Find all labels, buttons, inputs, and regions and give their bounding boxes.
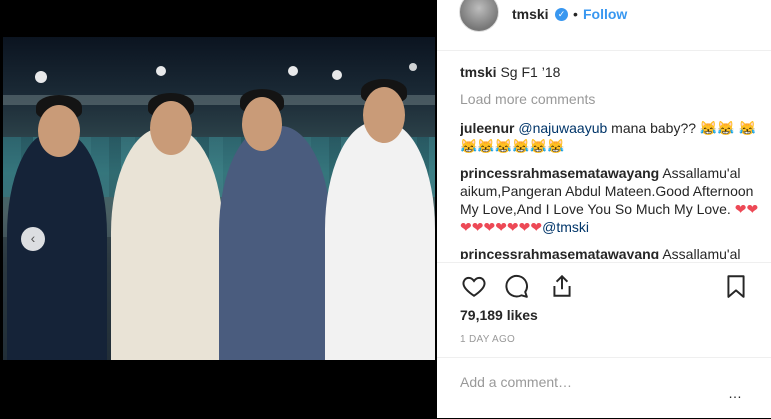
add-comment-input[interactable]: Add a comment… <box>460 374 572 390</box>
comment-mention[interactable]: @najuwaayub <box>518 120 607 136</box>
comment-icon[interactable] <box>503 273 529 299</box>
person-2 <box>111 128 223 360</box>
previous-photo-button[interactable]: ‹ <box>21 227 45 251</box>
username[interactable]: tmski <box>512 6 549 22</box>
caption-text: Sg F1 ’18 <box>500 64 561 80</box>
verified-badge-icon: ✓ <box>555 8 568 21</box>
heart-icon[interactable] <box>461 273 487 299</box>
comment: juleenur @najuwaayub mana baby?? 😹😹 😹😹😹😹… <box>460 119 760 155</box>
separator-dot: • <box>573 6 578 22</box>
caption: tmski Sg F1 ’18 <box>460 63 760 81</box>
comment-text: Assallamu'al <box>659 246 741 259</box>
comment-username[interactable]: juleenur <box>460 120 514 136</box>
likes-count[interactable]: 79,189 likes <box>460 307 538 323</box>
follow-button[interactable]: Follow <box>583 6 627 22</box>
bookmark-icon[interactable] <box>723 273 749 299</box>
person-1-head <box>38 105 80 157</box>
comment-mention[interactable]: @tmski <box>542 219 589 235</box>
avatar[interactable] <box>459 0 499 32</box>
person-2-head <box>150 101 192 155</box>
more-options-icon[interactable]: … <box>728 385 743 401</box>
person-4-head <box>363 87 405 143</box>
person-1 <box>7 132 107 360</box>
post-photo[interactable]: ‹ <box>3 37 435 360</box>
add-comment-area: Add a comment… … <box>437 357 771 419</box>
comment: princessrahmasematawayang Assallamu'al a… <box>460 164 760 236</box>
chevron-left-icon: ‹ <box>30 230 36 246</box>
post-timestamp[interactable]: 1 DAY AGO <box>460 334 515 345</box>
person-3 <box>219 126 331 360</box>
load-more-comments[interactable]: Load more comments <box>460 90 760 108</box>
comment-username[interactable]: princessrahmasematawayang <box>460 246 659 259</box>
person-4 <box>325 122 435 360</box>
post-header: tmski ✓ • Follow <box>437 0 771 51</box>
person-3-head <box>242 97 282 151</box>
comment-username[interactable]: princessrahmasematawayang <box>460 165 659 181</box>
caption-username[interactable]: tmski <box>460 64 497 80</box>
post-panel: tmski ✓ • Follow tmski Sg F1 ’18 Load mo… <box>437 0 771 418</box>
comments-list[interactable]: tmski Sg F1 ’18 Load more comments julee… <box>460 63 760 259</box>
action-bar <box>437 262 771 308</box>
share-icon[interactable] <box>549 273 575 299</box>
comment: princessrahmasematawayang Assallamu'al <box>460 245 760 259</box>
photo-pane: ‹ <box>0 0 437 418</box>
